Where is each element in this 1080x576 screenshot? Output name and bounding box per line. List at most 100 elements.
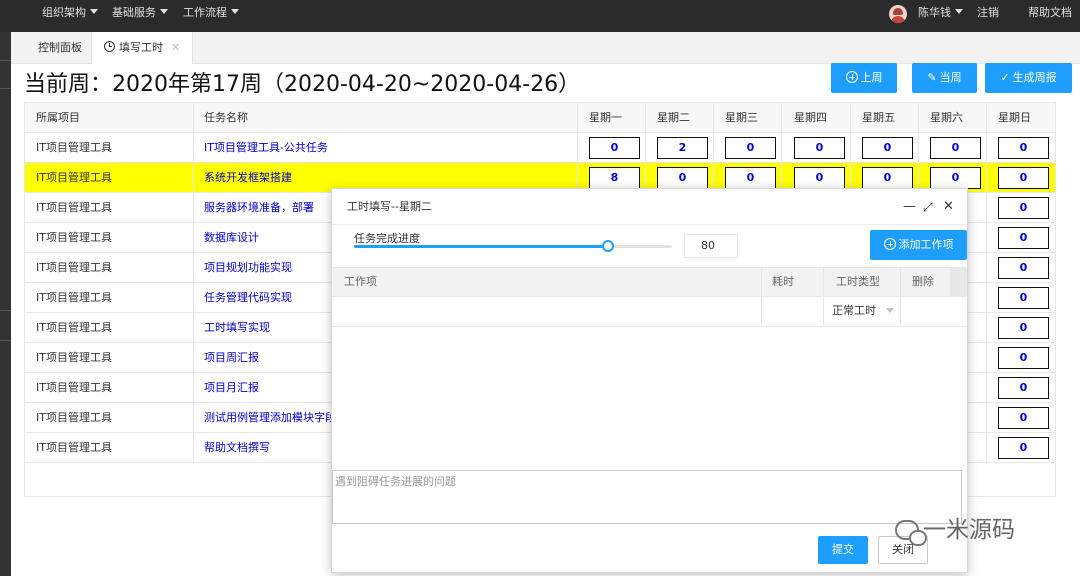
logout-link[interactable]: 注销 (977, 0, 999, 32)
task-link[interactable]: 服务器环境准备，部署 (204, 193, 314, 222)
menu-basic-label: 基础服务 (112, 6, 156, 19)
header-sun: 星期日 (998, 111, 1031, 124)
pencil-icon: ✎ (927, 71, 937, 84)
user-menu[interactable]: 陈华钱 (918, 0, 963, 32)
hours-input[interactable]: 0 (657, 167, 708, 189)
plus-circle-icon (883, 238, 896, 250)
minimize-icon[interactable]: — (903, 199, 916, 215)
task-link[interactable]: 测试用例管理添加模块字段 (204, 403, 336, 432)
table-row[interactable]: IT项目管理工具 IT项目管理工具-公共任务 0 2 0 0 0 0 0 (25, 133, 1055, 163)
hours-dialog: 工时填写--星期二 — ⤢ ✕ 任务完成进度 80 添加工作项 工作项 耗时 工… (331, 188, 968, 573)
chevron-down-icon (231, 9, 239, 14)
add-work-item-button[interactable]: 添加工作项 (870, 230, 967, 260)
progress-value-input[interactable]: 80 (684, 234, 738, 258)
close-icon[interactable]: ✕ (943, 199, 954, 215)
task-link[interactable]: IT项目管理工具-公共任务 (204, 133, 328, 162)
hours-input[interactable]: 0 (998, 347, 1049, 369)
scrollbar[interactable] (950, 267, 967, 297)
col-hour-type: 工时类型 (836, 275, 880, 288)
hour-type-select[interactable]: 正常工时 (832, 297, 894, 325)
close-tab-icon[interactable]: ✕ (171, 41, 180, 54)
submit-button[interactable]: 提交 (818, 536, 868, 564)
current-week-button[interactable]: ✎ 当周 (912, 63, 977, 93)
hours-input[interactable]: 0 (998, 167, 1049, 189)
project-cell: IT项目管理工具 (36, 201, 112, 214)
header-task: 任务名称 (204, 111, 248, 124)
hours-input[interactable]: 0 (725, 167, 776, 189)
help-docs-link[interactable]: 帮助文档 (1028, 0, 1072, 32)
project-cell: IT项目管理工具 (36, 441, 112, 454)
task-link[interactable]: 数据库设计 (204, 223, 259, 252)
header-thu: 星期四 (794, 111, 827, 124)
col-hours: 耗时 (772, 275, 794, 288)
hours-input[interactable]: 0 (998, 317, 1049, 339)
task-link[interactable]: 系统开发框架搭建 (204, 163, 292, 192)
prev-week-button[interactable]: 上周 (831, 63, 897, 93)
hours-input[interactable]: 0 (589, 137, 640, 159)
task-link[interactable]: 帮助文档撰写 (204, 433, 270, 462)
plus-circle-icon (845, 71, 858, 83)
prev-week-label: 上周 (860, 71, 883, 84)
hours-input[interactable]: 0 (998, 377, 1049, 399)
hours-input[interactable]: 0 (998, 437, 1049, 459)
tab-fill-hours[interactable]: 填写工时 ✕ (91, 32, 194, 64)
problem-textarea[interactable]: 遇到阻碍任务进展的问题 (332, 470, 962, 524)
project-cell: IT项目管理工具 (36, 171, 112, 184)
side-strip (0, 32, 11, 576)
task-link[interactable]: 工时填写实现 (204, 313, 270, 342)
project-cell: IT项目管理工具 (36, 291, 112, 304)
current-week-label: 当周 (939, 71, 962, 84)
menu-org[interactable]: 组织架构 (42, 0, 98, 32)
header-fri: 星期五 (862, 111, 895, 124)
task-link[interactable]: 项目月汇报 (204, 373, 259, 402)
task-link[interactable]: 任务管理代码实现 (204, 283, 292, 312)
hours-input[interactable]: 0 (998, 287, 1049, 309)
header-sat: 星期六 (930, 111, 963, 124)
hours-input[interactable]: 0 (998, 197, 1049, 219)
hours-input[interactable]: 8 (589, 167, 640, 189)
hours-input[interactable]: 0 (930, 137, 981, 159)
progress-slider-fill (354, 245, 609, 248)
hours-input[interactable]: 0 (794, 137, 845, 159)
header-wed: 星期三 (725, 111, 758, 124)
hours-input[interactable]: 0 (930, 167, 981, 189)
hours-input[interactable]: 0 (794, 167, 845, 189)
project-cell: IT项目管理工具 (36, 381, 112, 394)
task-link[interactable]: 项目周汇报 (204, 343, 259, 372)
hours-input[interactable]: 0 (998, 227, 1049, 249)
hours-input[interactable]: 0 (998, 257, 1049, 279)
project-cell: IT项目管理工具 (36, 261, 112, 274)
col-work-item: 工作项 (344, 275, 377, 288)
tab-fill-hours-label: 填写工时 (119, 41, 163, 54)
progress-slider[interactable] (354, 240, 672, 252)
user-avatar[interactable] (889, 5, 907, 23)
hours-input[interactable]: 2 (657, 137, 708, 159)
chevron-down-icon (886, 308, 894, 313)
hours-input[interactable]: 0 (725, 137, 776, 159)
add-work-item-label: 添加工作项 (898, 238, 954, 251)
tab-dashboard-label: 控制面板 (38, 41, 82, 54)
chevron-down-icon (160, 9, 168, 14)
hours-input[interactable]: 0 (862, 167, 913, 189)
user-name: 陈华钱 (918, 6, 951, 19)
progress-slider-handle[interactable] (602, 240, 615, 252)
menu-basic-services[interactable]: 基础服务 (112, 0, 168, 32)
table-header: 所属项目 任务名称 星期一 星期二 星期三 星期四 星期五 星期六 星期日 (25, 103, 1055, 133)
hours-input[interactable]: 0 (998, 407, 1049, 429)
menu-workflow[interactable]: 工作流程 (183, 0, 239, 32)
generate-report-label: 生成周报 (1012, 71, 1057, 84)
hours-input[interactable]: 0 (998, 137, 1049, 159)
dialog-title-text: 工时填写--星期二 (347, 200, 432, 213)
col-delete: 删除 (912, 275, 934, 288)
menu-workflow-label: 工作流程 (183, 6, 227, 19)
task-link[interactable]: 项目规划功能实现 (204, 253, 292, 282)
project-cell: IT项目管理工具 (36, 231, 112, 244)
work-item-row: 正常工时 (332, 297, 967, 327)
maximize-icon[interactable]: ⤢ (923, 199, 933, 215)
generate-report-button[interactable]: ✓ 生成周报 (985, 63, 1072, 93)
top-navbar: 组织架构 基础服务 工作流程 陈华钱 注销 帮助文档 (0, 0, 1080, 32)
tab-dashboard[interactable]: 控制面板 (26, 32, 94, 64)
hour-type-value: 正常工时 (832, 304, 876, 317)
hours-input[interactable]: 0 (862, 137, 913, 159)
header-project: 所属项目 (36, 111, 80, 124)
